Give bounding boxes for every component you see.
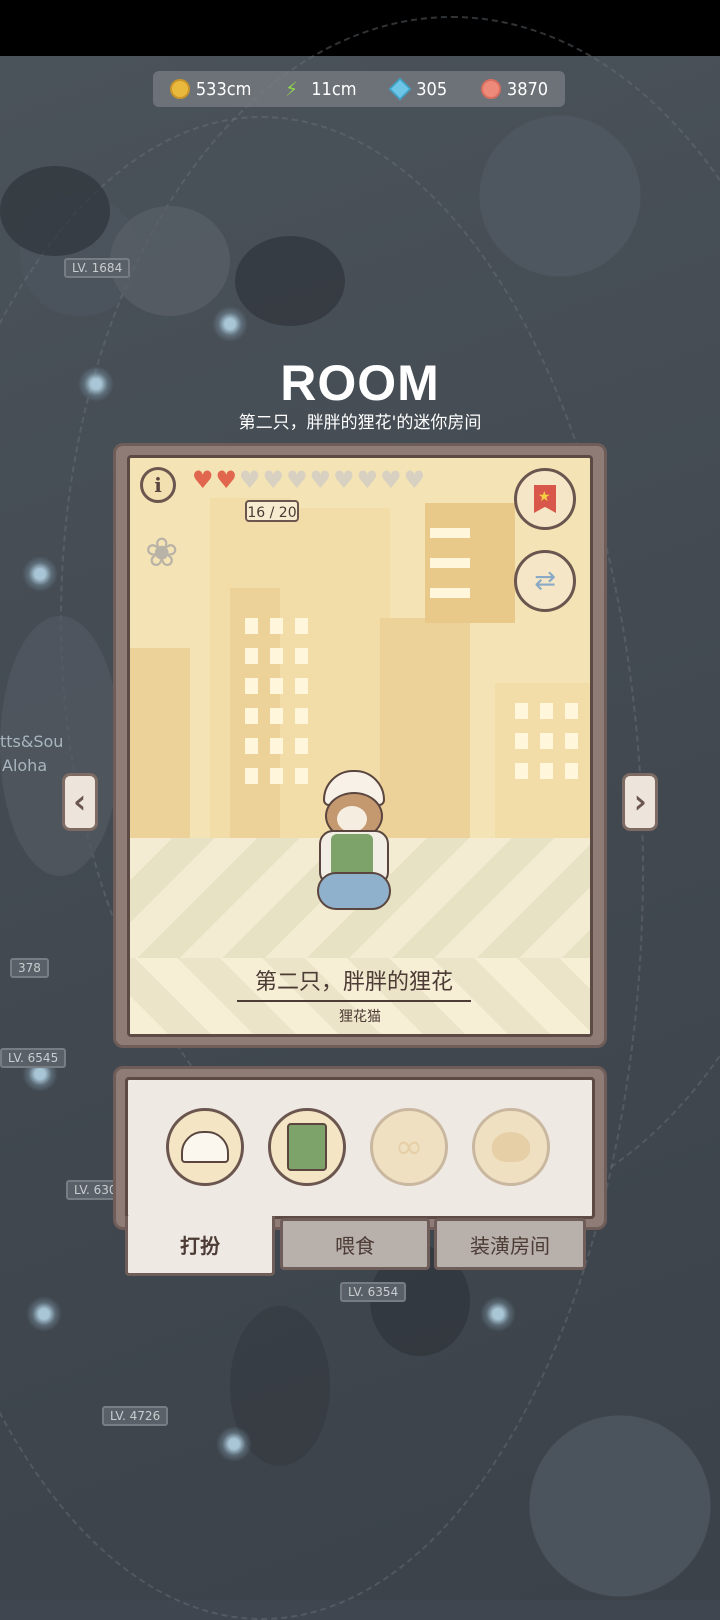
- map-sign-text: Aloha: [2, 756, 48, 775]
- map-level-label[interactable]: LV. 6354: [340, 1282, 407, 1302]
- heart-empty-icon: ♥: [262, 466, 285, 494]
- next-cat-button[interactable]: ›: [622, 773, 658, 831]
- map-level-label[interactable]: 378: [10, 958, 49, 978]
- bouquet-icon[interactable]: ❀: [145, 530, 197, 592]
- cap-icon: [181, 1131, 229, 1163]
- affection-hearts: ♥ ♥ ♥ ♥ ♥ ♥ ♥ ♥ ♥ ♥: [192, 467, 425, 493]
- heart-empty-icon: ♥: [403, 466, 426, 494]
- paw-value: 3870: [506, 78, 549, 100]
- energy-value: 11cm: [311, 78, 357, 100]
- bookmark-button[interactable]: ★: [514, 468, 576, 530]
- info-button[interactable]: i: [140, 467, 176, 503]
- heart-full-icon: ♥: [215, 466, 238, 494]
- bookmark-star-icon: ★: [534, 485, 556, 513]
- gold-counter[interactable]: 533cm: [169, 78, 252, 100]
- gem-counter[interactable]: 305: [388, 77, 448, 101]
- map-level-label[interactable]: LV. 6545: [0, 1048, 67, 1068]
- page-subtitle: 第二只，胖胖的狸花'的迷你房间: [238, 413, 482, 433]
- lightning-icon: ⚡: [285, 77, 298, 101]
- energy-counter[interactable]: ⚡ 11cm: [285, 79, 356, 100]
- cat-breed: 狸花猫: [339, 1009, 381, 1025]
- page-title: ROOM: [280, 355, 440, 411]
- tab-feed[interactable]: 喂食: [280, 1218, 430, 1270]
- heart-empty-icon: ♥: [239, 466, 261, 494]
- heart-empty-icon: ♥: [333, 466, 355, 494]
- accessory-slot[interactable]: ∞: [370, 1108, 448, 1186]
- gem-value: 305: [416, 78, 448, 100]
- previous-cat-button[interactable]: ‹: [62, 773, 98, 831]
- vest-icon: [287, 1123, 327, 1171]
- cat-head-icon: [492, 1132, 530, 1162]
- heart-empty-icon: ♥: [380, 466, 402, 494]
- affection-counter: 16 / 20: [245, 500, 299, 522]
- outfit-slot[interactable]: [268, 1108, 346, 1186]
- coin-icon: [169, 79, 190, 99]
- heart-empty-icon: ♥: [356, 466, 379, 494]
- hat-slot[interactable]: [166, 1108, 244, 1186]
- switch-cats-button[interactable]: ⇄: [514, 550, 576, 612]
- map-sign-text: tts&Sou: [0, 732, 64, 751]
- head-slot[interactable]: [472, 1108, 550, 1186]
- gold-value: 533cm: [195, 78, 252, 100]
- paw-icon: [480, 79, 501, 99]
- currency-bar: 533cm ⚡ 11cm 305 3870: [153, 71, 565, 107]
- cat-character[interactable]: [315, 770, 395, 910]
- map-level-label[interactable]: LV. 4726: [102, 1406, 169, 1426]
- heart-full-icon: ♥: [192, 466, 214, 494]
- heart-empty-icon: ♥: [309, 466, 332, 494]
- glasses-mustache-icon: ∞: [394, 1127, 424, 1167]
- map-level-label[interactable]: LV. 1684: [64, 258, 131, 278]
- tab-decorate-room[interactable]: 装潢房间: [434, 1218, 586, 1270]
- tab-dress-up[interactable]: 打扮: [125, 1216, 275, 1276]
- gem-icon: [388, 77, 412, 101]
- cats-swap-icon: ⇄: [534, 566, 556, 596]
- heart-empty-icon: ♥: [286, 466, 308, 494]
- paw-counter[interactable]: 3870: [480, 78, 549, 100]
- cat-name: 第二只，胖胖的狸花: [237, 964, 471, 1002]
